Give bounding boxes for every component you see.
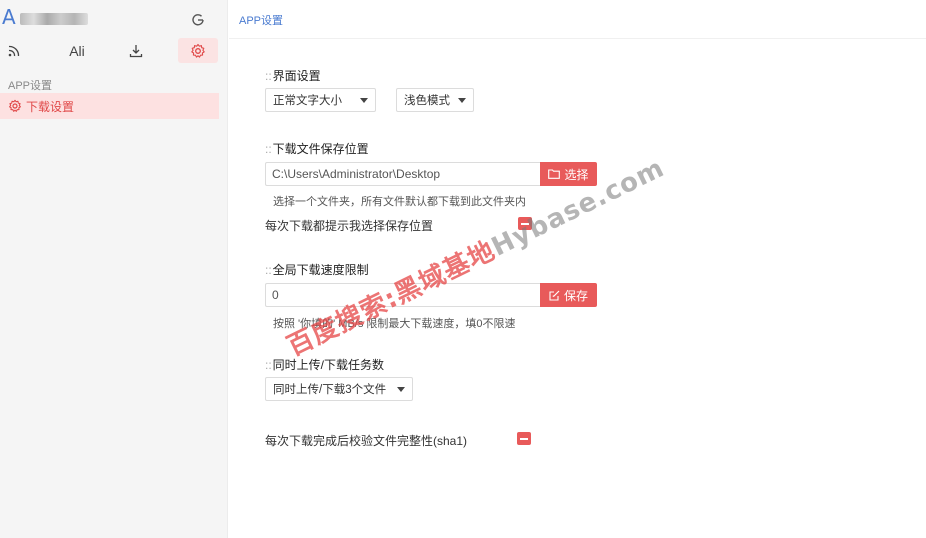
theme-select[interactable]: 浅色模式: [396, 88, 474, 112]
gear-icon: [9, 99, 21, 112]
breadcrumb: APP设置: [239, 15, 284, 27]
concurrent-tasks-select[interactable]: 同时上传/下载3个文件: [265, 377, 413, 401]
rss-icon: [8, 45, 20, 56]
section-title-download-location: ::下载文件保存位置: [265, 142, 369, 156]
main-panel: APP设置 ::界面设置 正常文字大小 浅色模式 ::下载文件保存位置 C:\U…: [229, 0, 926, 538]
header-divider: [229, 38, 926, 39]
user-name-blurred: [20, 13, 88, 25]
sidebar-section-label: APP设置: [8, 80, 53, 92]
speed-limit-input[interactable]: 0: [265, 283, 541, 307]
caret-down-icon: [360, 98, 368, 103]
save-path-input[interactable]: C:\Users\Administrator\Desktop: [265, 162, 541, 186]
sidebar-item-download-settings[interactable]: 下载设置: [0, 93, 219, 119]
rss-button[interactable]: [0, 38, 34, 63]
refresh-icon[interactable]: [190, 12, 206, 28]
verify-sha1-label: 每次下载完成后校验文件完整性(sha1): [265, 434, 468, 448]
brand: A: [0, 4, 228, 28]
section-title-interface: ::界面设置: [265, 69, 321, 83]
gear-icon: [191, 43, 205, 58]
verify-sha1-toggle[interactable]: [517, 432, 531, 445]
download-button[interactable]: [116, 38, 156, 63]
section-title-speed-limit: ::全局下载速度限制: [265, 263, 369, 277]
caret-down-icon: [458, 98, 466, 103]
settings-button[interactable]: [178, 38, 218, 63]
save-speed-button[interactable]: 保存: [540, 283, 597, 307]
app-logo: A: [2, 5, 16, 29]
ali-label: Ali: [69, 42, 85, 59]
sidebar-item-label: 下载设置: [26, 99, 75, 114]
sidebar: A Ali APP设置 下载设置: [0, 0, 228, 538]
section-title-tasks: ::同时上传/下载任务数: [265, 358, 385, 372]
folder-icon: [548, 169, 561, 179]
sidebar-toolbar: Ali: [0, 38, 228, 64]
font-size-select[interactable]: 正常文字大小: [265, 88, 376, 112]
speed-limit-hint: 按照 '你填的' MB/s 限制最大下载速度，填0不限速: [273, 318, 516, 330]
download-icon: [129, 44, 143, 57]
ali-button[interactable]: Ali: [57, 38, 97, 63]
edit-icon: [549, 290, 560, 301]
choose-folder-button[interactable]: 选择: [540, 162, 597, 186]
caret-down-icon: [397, 387, 405, 392]
prompt-location-label: 每次下载都提示我选择保存位置: [265, 219, 434, 233]
save-path-hint: 选择一个文件夹，所有文件默认都下载到此文件夹内: [273, 196, 526, 208]
prompt-location-toggle[interactable]: [518, 217, 532, 230]
